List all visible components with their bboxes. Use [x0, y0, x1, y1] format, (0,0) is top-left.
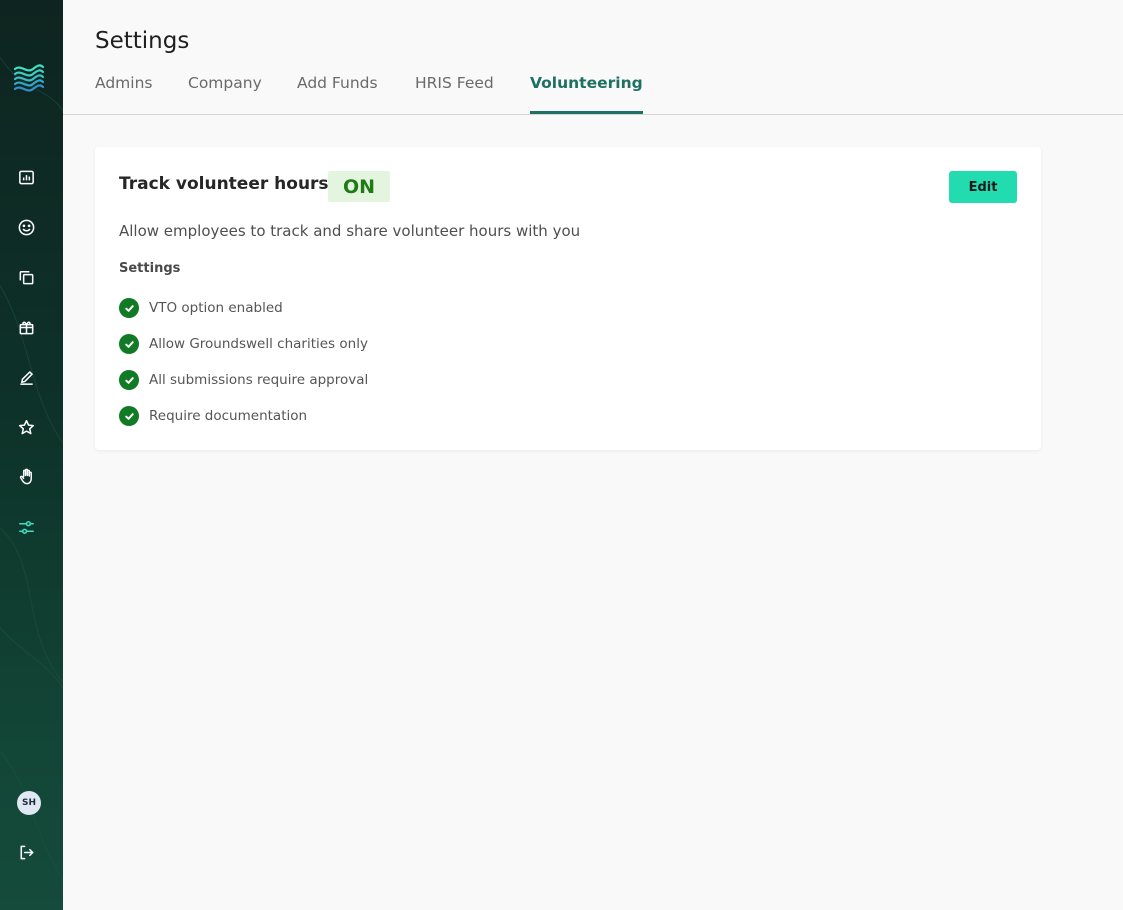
settings-list: VTO option enabled Allow Groundswell cha…	[119, 298, 368, 442]
logout-button[interactable]	[13, 839, 39, 865]
setting-label: All submissions require approval	[149, 372, 369, 388]
page-title: Settings	[95, 28, 190, 54]
edit-button[interactable]: Edit	[949, 171, 1017, 203]
sidebar-item-engagement[interactable]	[13, 214, 39, 240]
sidebar-item-campaigns[interactable]	[13, 364, 39, 390]
tab-volunteering[interactable]: Volunteering	[530, 74, 643, 114]
setting-item: Require documentation	[119, 406, 368, 442]
logout-icon	[20, 845, 33, 859]
setting-label: Allow Groundswell charities only	[149, 336, 368, 352]
sidebar-item-matching[interactable]	[13, 264, 39, 290]
tab-company[interactable]: Company	[188, 74, 262, 114]
star-icon	[18, 419, 34, 434]
pencil-icon	[19, 370, 33, 385]
sidebar-item-recognition[interactable]	[13, 414, 39, 440]
avatar-initials: SH	[21, 798, 36, 808]
card-title: Track volunteer hours	[119, 174, 329, 194]
sliders-icon	[18, 520, 34, 534]
check-circle-icon	[119, 298, 139, 318]
setting-label: VTO option enabled	[149, 300, 283, 316]
sidebar-background-waves	[0, 56, 63, 881]
sidebar-item-volunteering[interactable]	[13, 463, 39, 489]
sidebar-item-settings[interactable]	[13, 514, 39, 540]
sidebar-item-dashboard[interactable]	[13, 164, 39, 190]
volunteer-hours-card: Track volunteer hours ON Edit Allow empl…	[95, 147, 1041, 450]
card-description: Allow employees to track and share volun…	[119, 222, 581, 240]
copy-icon	[19, 270, 33, 284]
app-root: SH Settings Admins Company Add Funds HRI…	[0, 0, 1123, 910]
hand-icon	[19, 468, 32, 484]
setting-item: VTO option enabled	[119, 298, 368, 334]
status-badge: ON	[328, 171, 390, 202]
settings-heading: Settings	[119, 261, 181, 276]
check-circle-icon	[119, 334, 139, 354]
groundswell-wave-logo[interactable]	[12, 61, 46, 95]
check-circle-icon	[119, 370, 139, 390]
setting-label: Require documentation	[149, 408, 308, 424]
setting-item: Allow Groundswell charities only	[119, 334, 368, 370]
tab-hris-feed[interactable]: HRIS Feed	[415, 74, 494, 114]
tab-add-funds[interactable]: Add Funds	[297, 74, 378, 114]
check-circle-icon	[119, 406, 139, 426]
settings-tabs: Admins Company Add Funds HRIS Feed Volun…	[63, 70, 1123, 115]
user-avatar[interactable]: SH	[17, 791, 41, 815]
sidebar: SH	[0, 0, 63, 910]
smiley-icon	[18, 219, 34, 235]
gift-icon	[19, 321, 33, 334]
setting-item: All submissions require approval	[119, 370, 368, 406]
sidebar-item-gifts[interactable]	[13, 314, 39, 340]
tab-admins[interactable]: Admins	[95, 74, 152, 114]
chart-icon	[18, 170, 34, 184]
